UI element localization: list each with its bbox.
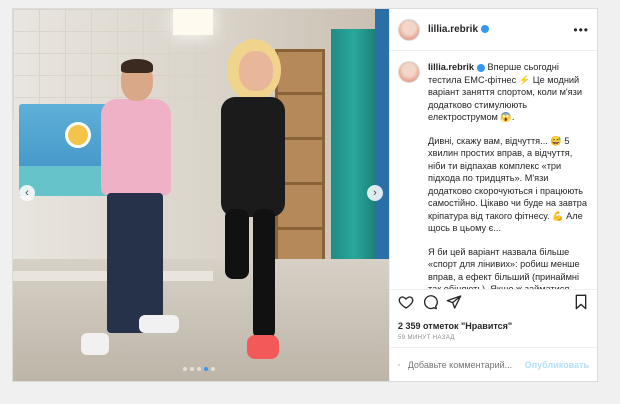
man-jeans [107, 193, 163, 333]
carousel-dot-active [204, 367, 208, 371]
ems-suit [221, 97, 285, 217]
chevron-right-icon: › [373, 187, 377, 199]
username: lillia.rebrik [428, 24, 479, 35]
emoji-icon[interactable] [398, 358, 400, 372]
ceiling-light [173, 9, 213, 35]
chevron-left-icon: ‹ [25, 187, 29, 199]
avatar[interactable] [398, 61, 420, 83]
caption-paragraph-3: Я би цей варіант назвала більше «спорт д… [428, 246, 580, 290]
man-shoe [139, 315, 179, 333]
next-slide-button[interactable]: › [367, 185, 383, 201]
caption-username[interactable]: lillia.rebrik [428, 62, 474, 72]
carousel-dot [211, 367, 215, 371]
woman-figure [203, 39, 323, 369]
man-hair [121, 59, 153, 73]
prev-slide-button[interactable]: ‹ [19, 185, 35, 201]
curtain [331, 29, 377, 289]
heart-icon [398, 296, 414, 309]
publish-comment-button[interactable]: Опубликовать [525, 360, 589, 370]
username-link[interactable]: lillia.rebrik [428, 24, 490, 35]
share-button[interactable] [446, 294, 462, 315]
verified-badge-icon [476, 63, 485, 72]
like-button[interactable] [398, 294, 414, 315]
likes-count[interactable]: 2 359 отметок "Нравится" [390, 319, 597, 331]
instagram-post: ‹ › lillia.rebrik ••• lillia.rebrik Впер… [12, 8, 598, 382]
action-bar [390, 289, 597, 319]
more-options-icon[interactable]: ••• [573, 23, 589, 37]
bookmark-icon [575, 294, 587, 310]
carousel-dot [183, 367, 187, 371]
man-shoe [81, 333, 109, 355]
comment-input[interactable] [407, 359, 525, 370]
comment-icon [423, 295, 438, 310]
post-sidebar: lillia.rebrik ••• lillia.rebrik Вперше с… [389, 9, 597, 381]
carousel-dots [183, 367, 215, 371]
man-shirt [101, 99, 171, 195]
post-timestamp[interactable]: 59 минут назад [390, 331, 597, 347]
woman-face [239, 51, 273, 91]
carousel-dot [190, 367, 194, 371]
post-photo[interactable]: ‹ › [13, 9, 389, 381]
pink-sneaker [247, 335, 279, 359]
caption-text: lillia.rebrik Вперше сьогодні тестила ЕМ… [428, 61, 589, 289]
avatar[interactable] [398, 18, 420, 41]
woman-leg [225, 209, 249, 279]
comment-bar: Опубликовать [390, 347, 597, 381]
woman-leg [253, 209, 275, 339]
carousel-dot [197, 367, 201, 371]
caption-paragraph-2: Дивні, скажу вам, відчуття... 😅 5 хвилин… [428, 135, 588, 234]
send-icon [446, 295, 462, 309]
save-button[interactable] [573, 294, 589, 315]
comment-button[interactable] [422, 294, 438, 315]
post-header: lillia.rebrik ••• [390, 9, 597, 51]
wall-stripe [375, 9, 389, 289]
caption-area: lillia.rebrik Вперше сьогодні тестила ЕМ… [390, 51, 597, 289]
verified-badge-icon [481, 25, 490, 34]
man-figure [81, 59, 181, 361]
